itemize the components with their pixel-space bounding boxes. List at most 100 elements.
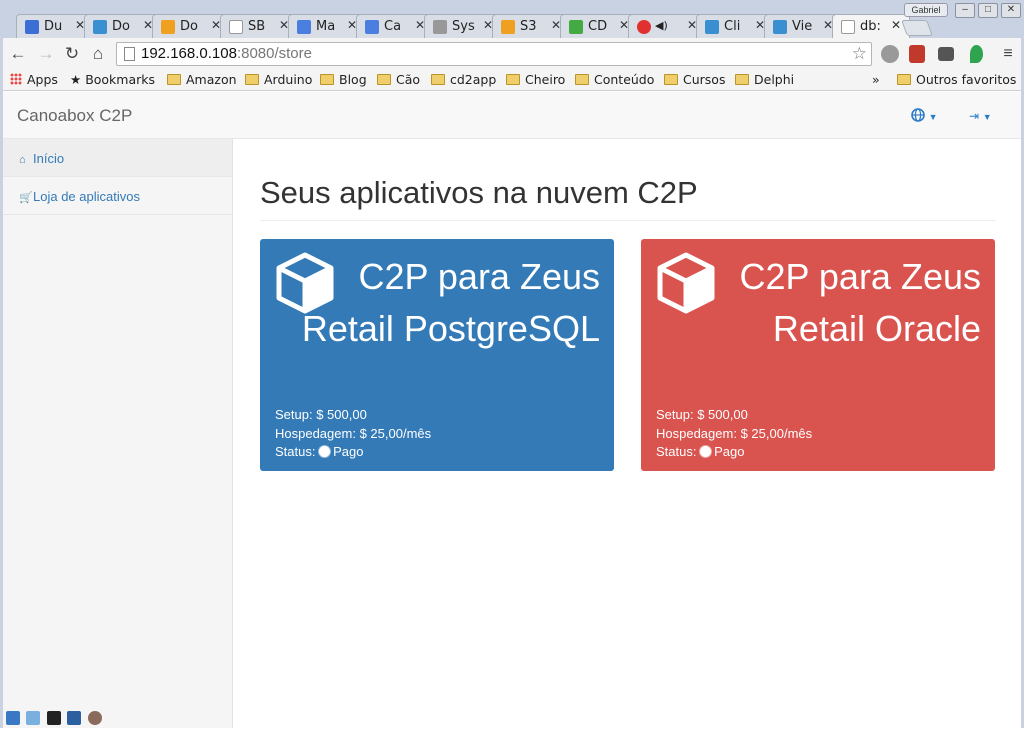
sign-out-icon: ⇥ <box>969 109 980 123</box>
reload-icon[interactable]: ↻ <box>62 44 82 64</box>
apps-grid-icon <box>10 73 22 85</box>
browser-tab[interactable]: Vie ✕ <box>764 14 842 38</box>
bookmark-label: Apps <box>27 72 58 87</box>
bookmark-label: Bookmarks <box>85 72 156 87</box>
bookmark-folder[interactable]: Cursos <box>664 72 725 87</box>
bookmark-label: Amazon <box>186 72 237 87</box>
close-window-icon[interactable]: ✕ <box>1001 3 1021 18</box>
setup-label: Setup: <box>275 407 313 422</box>
caret-down-icon: ▼ <box>928 112 938 122</box>
close-tab-icon[interactable]: ✕ <box>891 18 901 32</box>
aws-box-icon <box>501 20 515 34</box>
evernote-icon[interactable] <box>970 45 983 63</box>
browser-tab[interactable]: Ma ✕ <box>288 14 366 38</box>
browser-tab[interactable]: SB ✕ <box>220 14 298 38</box>
sidebar-item-store[interactable]: 🛒Loja de aplicativos <box>3 177 232 215</box>
browser-tab[interactable]: Ca ✕ <box>356 14 434 38</box>
app-card-oracle[interactable]: C2P para Zeus Retail Oracle Setup: $ 500… <box>641 239 995 471</box>
tab-title: SB <box>248 19 266 34</box>
bookmark-label: Conteúdo <box>594 72 655 87</box>
extension-sync-icon[interactable] <box>881 45 899 63</box>
status-label: Status: <box>275 444 316 459</box>
page-title: Seus aplicativos na nuvem C2P <box>260 175 698 210</box>
folder-icon <box>506 74 520 85</box>
app-card-postgresql[interactable]: C2P para Zeus Retail PostgreSQL Setup: $… <box>260 239 614 471</box>
status-label: Status: <box>656 444 697 459</box>
bookmark-label: Cão <box>396 72 421 87</box>
url-host: 192.168.0.108 <box>141 45 237 62</box>
forward-icon[interactable]: → <box>36 44 56 64</box>
bookmark-label: Cheiro <box>525 72 566 87</box>
bookmark-folder[interactable]: Delphi <box>735 72 794 87</box>
browser-tab[interactable]: Do ✕ <box>84 14 162 38</box>
status-value: Pago <box>333 444 364 459</box>
nvidia-icon[interactable] <box>46 711 61 725</box>
folder-icon <box>245 74 259 85</box>
menu-icon[interactable]: ≡ <box>998 44 1018 64</box>
tab-title: CD <box>588 19 608 34</box>
tab-title: Cli <box>724 19 741 34</box>
bookmark-folder[interactable]: Cheiro <box>506 72 565 87</box>
browser-tab[interactable]: Cli ✕ <box>696 14 774 38</box>
tab-title: db: <box>860 19 881 34</box>
home-folder-icon[interactable] <box>67 711 82 725</box>
title-divider <box>260 220 996 221</box>
url-path: :8080/store <box>236 45 312 62</box>
folder-icon <box>377 74 391 85</box>
bookmark-folder[interactable]: Blog <box>320 72 367 87</box>
browser-tab[interactable]: CD ✕ <box>560 14 638 38</box>
tab-title: Sys <box>452 19 475 34</box>
docs-icon <box>297 20 311 34</box>
bookmark-star-icon[interactable]: ☆ <box>852 43 867 65</box>
bookmark-folder[interactable]: Cão <box>377 72 420 87</box>
python-icon[interactable] <box>6 711 20 725</box>
browser-tab[interactable]: ◀) ✕ <box>628 14 706 38</box>
other-bookmarks[interactable]: Outros favoritos <box>897 72 1016 87</box>
folder-icon <box>167 74 181 85</box>
cd-icon <box>569 20 583 34</box>
bookmark-folder[interactable]: cd2app <box>431 72 496 87</box>
bookmark-label: cd2app <box>450 72 497 87</box>
status-certificate-icon <box>319 446 331 457</box>
star-icon: ★ <box>70 72 86 87</box>
browser-tab-strip: Du ✕ Do ✕ Do ✕ SB ✕ Ma ✕ Ca ✕ Sys ✕ S3 ✕… <box>0 0 1024 38</box>
new-tab-button[interactable] <box>901 20 933 36</box>
docker-icon <box>773 20 787 34</box>
sidebar-item-inicio[interactable]: ⌂ Início <box>3 139 232 177</box>
app-brand[interactable]: Canoabox C2P <box>17 106 132 126</box>
bookmark-folder[interactable]: Arduino <box>245 72 312 87</box>
docs-icon <box>365 20 379 34</box>
bookmark-bookmarks[interactable]: ★ Bookmarks <box>70 72 155 87</box>
back-icon[interactable]: ← <box>8 44 28 64</box>
browser-tab[interactable]: S3 ✕ <box>492 14 570 38</box>
browser-tab[interactable]: Do ✕ <box>152 14 230 38</box>
avatar[interactable] <box>87 711 102 725</box>
sidebar-item-label: Início <box>33 151 65 166</box>
bookmark-folder[interactable]: Amazon <box>167 72 237 87</box>
main-content: Seus aplicativos na nuvem C2P C2P para Z… <box>233 139 1021 728</box>
sidebar-item-label: Loja de aplicativos <box>33 189 140 204</box>
app-card-title: C2P para Zeus Retail Oracle <box>739 256 981 349</box>
profile-button[interactable]: Gabriel <box>904 3 948 17</box>
pocket-icon[interactable] <box>938 47 954 61</box>
extension-book-icon[interactable] <box>909 45 925 63</box>
hosting-value: $ 25,00/mês <box>740 425 813 441</box>
maximize-icon[interactable]: □ <box>978 3 998 18</box>
browser-tab[interactable]: Sys ✕ <box>424 14 502 38</box>
bookmarks-overflow-button[interactable]: » <box>872 72 880 87</box>
setup-value: $ 500,00 <box>697 407 748 422</box>
logout-dropdown[interactable]: ⇥ ▼ <box>969 108 992 123</box>
browser-tab-active[interactable]: db: ✕ <box>832 14 910 38</box>
language-dropdown[interactable]: ▼ <box>911 108 938 123</box>
folder-icon <box>664 74 678 85</box>
folder-icon <box>897 74 911 85</box>
address-bar[interactable]: 192.168.0.108:8080/store ☆ <box>116 42 872 66</box>
home-icon[interactable]: ⌂ <box>88 44 108 64</box>
bookmark-folder[interactable]: Conteúdo <box>575 72 654 87</box>
browser-tab[interactable]: Du ✕ <box>16 14 94 38</box>
caret-down-icon: ▼ <box>982 112 992 122</box>
bookmark-apps[interactable]: Apps <box>10 72 58 87</box>
minimize-icon[interactable]: – <box>955 3 975 18</box>
tab-title: Ma <box>316 19 336 34</box>
network-icon[interactable] <box>26 711 41 725</box>
